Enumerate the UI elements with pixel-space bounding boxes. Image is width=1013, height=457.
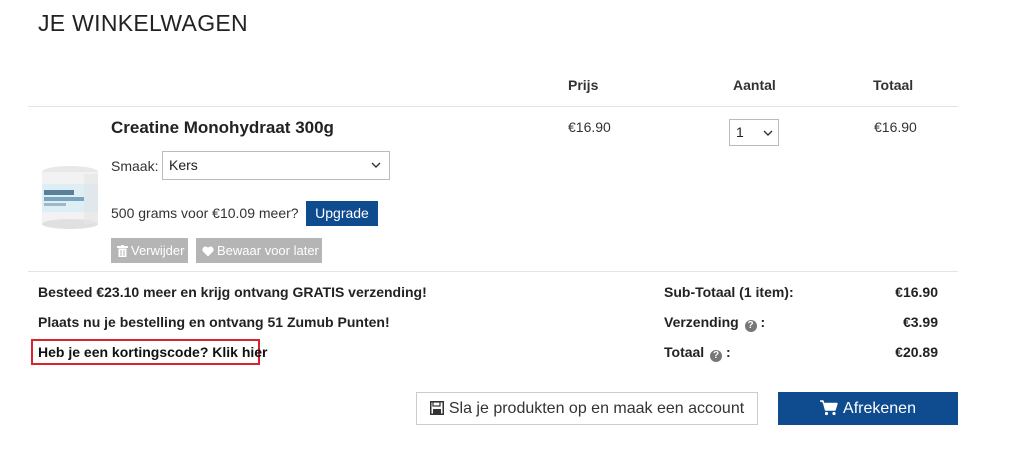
checkout-button[interactable]: Afrekenen <box>778 392 958 425</box>
product-name[interactable]: Creatine Monohydraat 300g <box>111 118 334 138</box>
heart-icon <box>202 246 214 257</box>
chevron-down-icon <box>371 162 381 168</box>
points-notice: Plaats nu je bestelling en ontvang 51 Zu… <box>38 314 390 330</box>
page-title: JE WINKELWAGEN <box>38 10 248 36</box>
upgrade-text: 500 grams voor €10.09 meer? <box>111 205 299 221</box>
shipping-value: €3.99 <box>902 314 938 330</box>
remove-button-label: Verwijder <box>131 243 185 258</box>
total-label-row: Totaal ? : <box>664 344 731 362</box>
column-header-total: Totaal <box>873 77 914 93</box>
question-icon[interactable]: ? <box>710 350 723 362</box>
flavor-select-value: Kers <box>169 157 198 173</box>
total-value: €20.89 <box>895 344 938 360</box>
flavor-select[interactable]: Kers <box>162 151 390 180</box>
trash-icon <box>117 245 128 257</box>
product-image[interactable] <box>40 160 104 230</box>
save-account-button[interactable]: Sla je produkten op en maak een account <box>416 392 758 425</box>
upgrade-button[interactable]: Upgrade <box>306 201 378 226</box>
chevron-down-icon <box>763 130 773 136</box>
quantity-select[interactable]: 1 <box>729 119 779 146</box>
total-colon: : <box>725 344 731 360</box>
save-for-later-button[interactable]: Bewaar voor later <box>196 238 322 263</box>
remove-button[interactable]: Verwijder <box>111 238 188 263</box>
flavor-label: Smaak: <box>111 158 159 174</box>
subtotal-value: €16.90 <box>895 284 938 300</box>
save-account-label: Sla je produkten op en maak een account <box>448 400 745 417</box>
subtotal-label: Sub-Totaal (1 item): <box>664 284 794 300</box>
shipping-colon: : <box>760 314 766 330</box>
free-shipping-notice: Besteed €23.10 meer en krijg ontvang GRA… <box>38 284 427 300</box>
save-for-later-label: Bewaar voor later <box>217 243 319 258</box>
checkout-label: Afrekenen <box>843 400 916 417</box>
floppy-disk-icon <box>429 401 444 415</box>
coupon-link[interactable]: Heb je een kortingscode? Klik hier <box>31 339 268 365</box>
shopping-cart-icon <box>820 400 838 416</box>
item-divider <box>28 271 958 272</box>
question-icon[interactable]: ? <box>744 320 757 332</box>
total-label: Totaal <box>664 344 705 360</box>
item-total: €16.90 <box>874 119 917 135</box>
header-divider <box>28 106 958 107</box>
quantity-value: 1 <box>736 124 744 140</box>
item-price: €16.90 <box>568 119 611 135</box>
column-header-price: Prijs <box>568 77 599 93</box>
shipping-label: Verzending <box>664 314 739 330</box>
column-header-quantity: Aantal <box>733 77 776 93</box>
shipping-label-row: Verzending ? : <box>664 314 765 332</box>
